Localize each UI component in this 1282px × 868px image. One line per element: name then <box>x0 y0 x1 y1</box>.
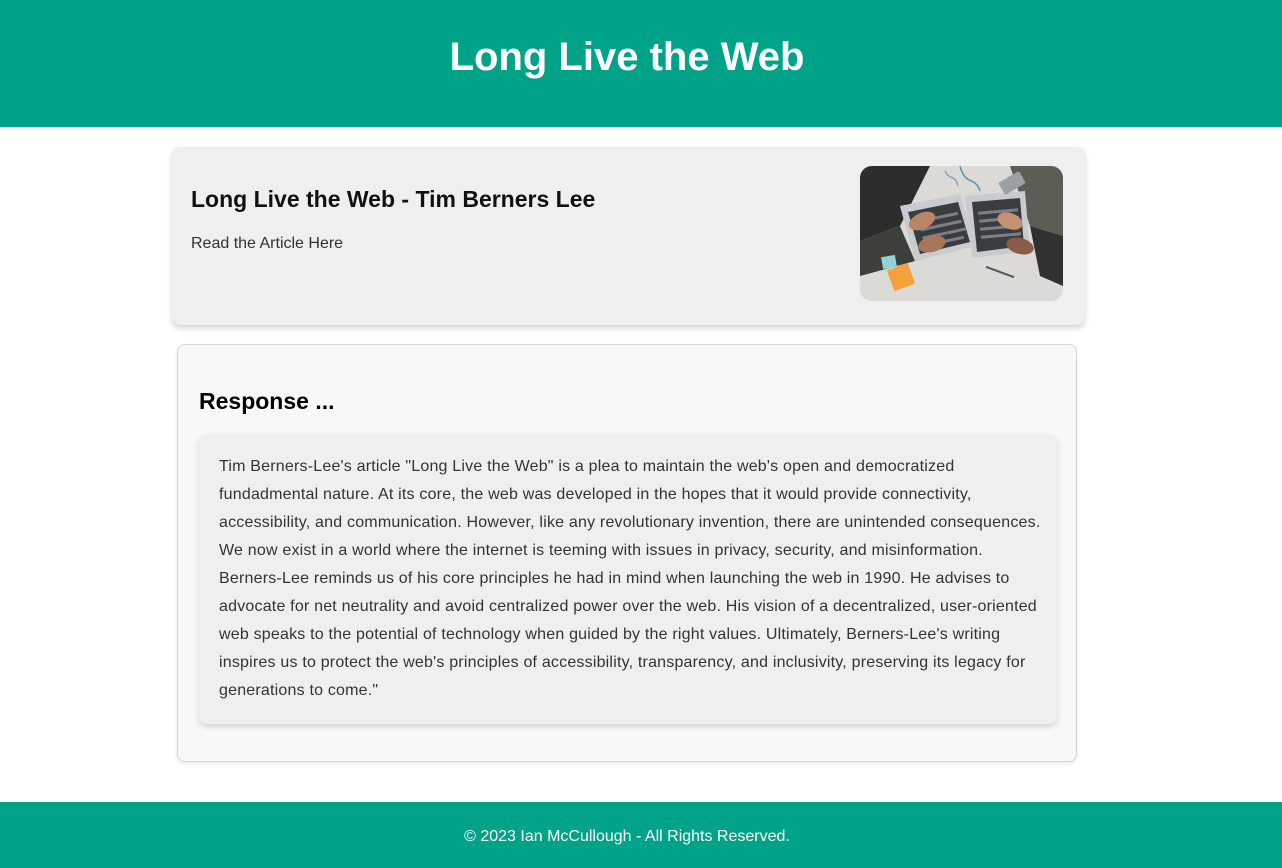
article-image <box>860 166 1063 301</box>
page-title: Long Live the Web <box>449 35 805 79</box>
footer-copyright: © 2023 Ian McCullough - All Rights Reser… <box>464 828 790 845</box>
response-box: Tim Berners-Lee's article "Long Live the… <box>199 434 1057 724</box>
laptops-photo-icon <box>860 166 1063 301</box>
article-card: Long Live the Web - Tim Berners Lee Read… <box>172 147 1085 325</box>
response-heading: Response ... <box>199 388 335 414</box>
site-header: Long Live the Web <box>0 0 1282 127</box>
response-section: Response ... Tim Berners-Lee's article "… <box>177 344 1077 762</box>
response-text: Tim Berners-Lee's article "Long Live the… <box>219 458 1041 699</box>
site-footer: © 2023 Ian McCullough - All Rights Reser… <box>0 802 1282 868</box>
read-article-link[interactable]: Read the Article Here <box>191 234 343 254</box>
article-title: Long Live the Web - Tim Berners Lee <box>191 186 596 212</box>
